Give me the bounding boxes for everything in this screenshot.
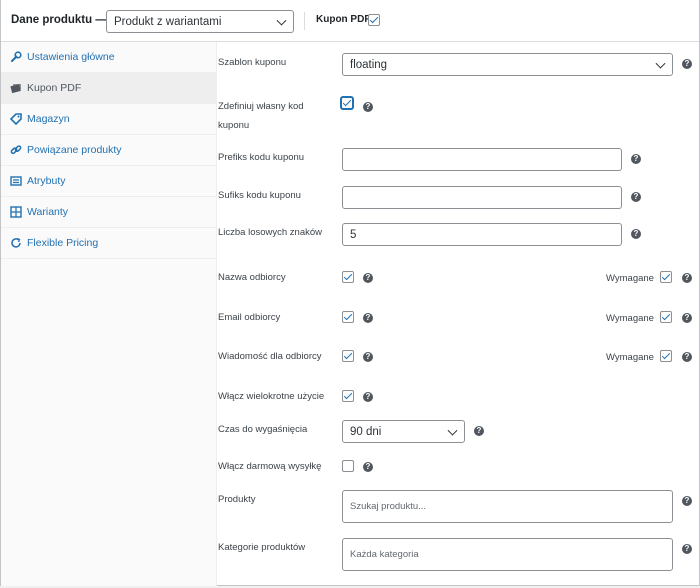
link-icon xyxy=(10,145,22,155)
help-icon[interactable]: ? xyxy=(363,462,373,472)
expiry-value: 90 dni xyxy=(350,425,382,438)
multiple-use-label: Włącz wielokrotne użycie xyxy=(218,391,325,402)
product-data-title: Dane produktu — xyxy=(11,14,107,26)
sidebar-item-coupon-pdf[interactable]: Kupon PDF xyxy=(1,73,217,104)
recipient-email-required-label: Wymagane xyxy=(606,313,654,324)
sidebar-item-label: Kupon PDF xyxy=(27,82,82,94)
suffix-input[interactable] xyxy=(342,186,622,209)
free-shipping-checkbox[interactable] xyxy=(342,460,354,472)
help-icon[interactable]: ? xyxy=(682,352,692,362)
recipient-message-checkbox[interactable] xyxy=(342,350,354,362)
coupon-template-select[interactable]: floating xyxy=(342,53,673,76)
sidebar-item-label: Atrybuty xyxy=(27,175,66,187)
coupon-template-label: Szablon kuponu xyxy=(218,57,287,68)
suffix-label: Sufiks kodu kuponu xyxy=(218,190,301,201)
custom-code-label: Zdefiniuj własny kod xyxy=(218,101,304,112)
recipient-name-required-checkbox[interactable] xyxy=(660,271,672,283)
coupon-pdf-checkbox[interactable] xyxy=(368,14,380,26)
recipient-email-label: Email odbiorcy xyxy=(218,312,281,323)
products-placeholder: Szukaj produktu... xyxy=(350,501,427,512)
product-type-select[interactable]: Produkt z wariantami xyxy=(106,10,294,33)
help-icon[interactable]: ? xyxy=(474,426,484,436)
sidebar-item-linked-products[interactable]: Powiązane produkty xyxy=(1,135,217,166)
help-icon[interactable]: ? xyxy=(682,59,692,69)
categories-label: Kategorie produktów xyxy=(218,542,306,553)
recipient-name-label: Nazwa odbiorcy xyxy=(218,272,286,283)
help-icon[interactable]: ? xyxy=(363,102,373,112)
recipient-email-required-checkbox[interactable] xyxy=(660,311,672,323)
recipient-message-required-label: Wymagane xyxy=(606,352,654,363)
prefix-label: Prefiks kodu kuponu xyxy=(218,152,305,163)
prefix-input[interactable] xyxy=(342,148,622,171)
custom-code-checkbox[interactable] xyxy=(341,97,353,109)
help-icon[interactable]: ? xyxy=(682,496,692,506)
expiry-select[interactable]: 90 dni xyxy=(342,420,465,443)
chevron-down-icon xyxy=(276,15,287,26)
products-label: Produkty xyxy=(218,494,256,505)
help-icon[interactable]: ? xyxy=(363,392,373,402)
wrench-icon xyxy=(11,51,22,62)
ticket-icon xyxy=(10,84,21,94)
categories-input[interactable]: Każda kategoria xyxy=(342,538,673,571)
help-icon[interactable]: ? xyxy=(682,544,692,554)
help-icon[interactable]: ? xyxy=(631,192,641,202)
refresh-icon xyxy=(11,237,21,248)
sidebar-item-label: Magazyn xyxy=(27,113,70,125)
help-icon[interactable]: ? xyxy=(631,229,641,239)
grid-icon xyxy=(10,206,22,218)
sidebar-item-label: Powiązane produkty xyxy=(27,144,122,156)
help-icon[interactable]: ? xyxy=(363,273,373,283)
help-icon[interactable]: ? xyxy=(631,154,641,164)
product-tabs-sidebar: Ustawienia główne Kupon PDF Magazyn Powi… xyxy=(1,42,217,586)
chevron-down-icon xyxy=(447,425,458,436)
sidebar-item-label: Ustawienia główne xyxy=(27,51,115,63)
random-chars-value: 5 xyxy=(350,228,357,241)
product-data-panel: Dane produktu — Produkt z wariantami Kup… xyxy=(0,0,700,586)
sidebar-item-label: Warianty xyxy=(27,206,69,218)
categories-placeholder: Każda kategoria xyxy=(350,549,419,560)
product-data-header: Dane produktu — Produkt z wariantami Kup… xyxy=(1,0,699,42)
product-type-value: Produkt z wariantami xyxy=(114,15,222,28)
sidebar-item-flexible-pricing[interactable]: Flexible Pricing xyxy=(1,228,217,259)
tag-icon xyxy=(10,113,22,125)
help-icon[interactable]: ? xyxy=(682,273,692,283)
random-chars-label: Liczba losowych znaków xyxy=(218,227,323,238)
products-search-input[interactable]: Szukaj produktu... xyxy=(342,490,673,523)
recipient-message-label: Wiadomość dla odbiorcy xyxy=(218,351,322,362)
sidebar-item-attributes[interactable]: Atrybuty xyxy=(1,166,217,197)
list-icon xyxy=(10,176,22,186)
help-icon[interactable]: ? xyxy=(363,352,373,362)
coupon-template-value: floating xyxy=(350,58,388,71)
free-shipping-label: Włącz darmową wysyłkę xyxy=(218,461,322,472)
help-icon[interactable]: ? xyxy=(363,313,373,323)
recipient-email-checkbox[interactable] xyxy=(342,311,354,323)
multiple-use-checkbox[interactable] xyxy=(342,390,354,402)
coupon-pdf-label: Kupon PDF: xyxy=(316,14,374,25)
help-icon[interactable]: ? xyxy=(682,313,692,323)
sidebar-item-variations[interactable]: Warianty xyxy=(1,197,217,228)
chevron-down-icon xyxy=(655,58,666,69)
recipient-name-required-label: Wymagane xyxy=(606,273,654,284)
sidebar-item-inventory[interactable]: Magazyn xyxy=(1,104,217,135)
sidebar-item-label: Flexible Pricing xyxy=(27,237,99,249)
recipient-name-checkbox[interactable] xyxy=(342,271,354,283)
recipient-message-required-checkbox[interactable] xyxy=(660,350,672,362)
random-chars-input[interactable]: 5 xyxy=(342,223,622,246)
custom-code-label-cont: kuponu xyxy=(218,120,250,131)
header-divider xyxy=(304,12,305,30)
expiry-label: Czas do wygaśnięcia xyxy=(218,424,308,435)
sidebar-item-general[interactable]: Ustawienia główne xyxy=(1,42,217,73)
